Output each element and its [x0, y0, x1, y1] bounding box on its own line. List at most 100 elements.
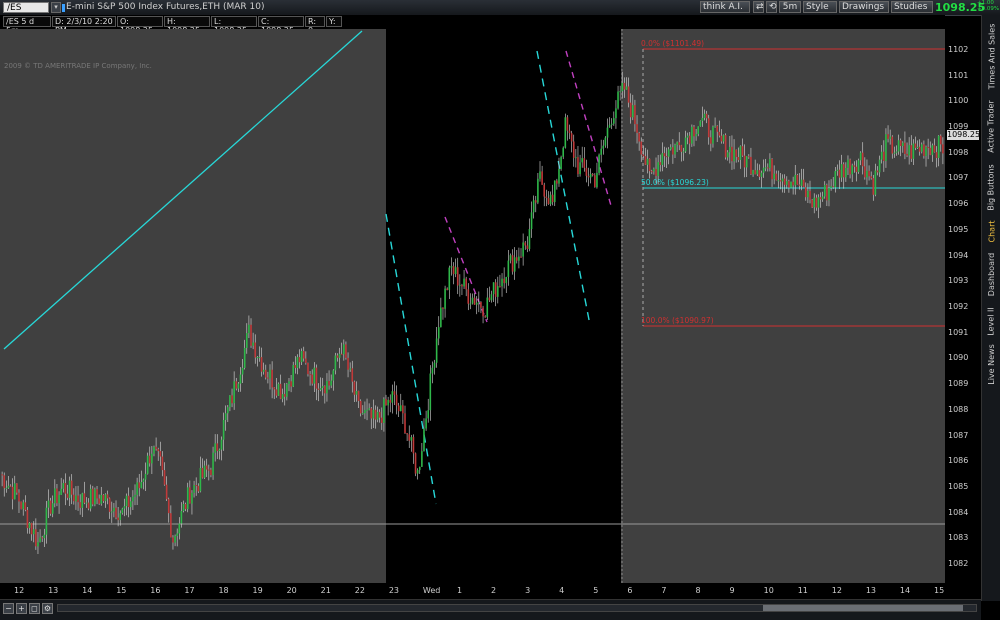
bar-down — [77, 495, 79, 503]
chart-canvas[interactable] — [0, 29, 945, 583]
bar-down — [883, 151, 885, 162]
bar-up — [5, 487, 8, 489]
style-button[interactable]: Style — [803, 1, 837, 13]
studies-button[interactable]: Studies — [891, 1, 933, 13]
bar-up — [733, 149, 735, 162]
bar-down — [743, 155, 746, 168]
bar-down — [92, 488, 94, 505]
bar-up — [366, 409, 368, 411]
bar-down — [594, 175, 596, 188]
bar-down — [939, 135, 942, 145]
drawings-button[interactable]: Drawings — [839, 1, 889, 13]
bar-up — [288, 381, 290, 385]
tab-big-buttons[interactable]: Big Buttons — [982, 159, 1000, 215]
bar-up — [416, 470, 419, 474]
bar-up — [646, 158, 649, 165]
symbol-input[interactable]: /ES — [3, 2, 49, 13]
think-ai-button[interactable]: think A.I. — [700, 1, 750, 13]
studies-label: Studies — [894, 2, 928, 12]
bar-down — [159, 451, 162, 457]
tab-active-trader[interactable]: Active Trader — [982, 95, 1000, 157]
bar-down — [205, 465, 208, 470]
bar-down — [904, 142, 906, 154]
bar-down — [804, 187, 807, 198]
bar-up — [444, 288, 446, 309]
tab-live-news[interactable]: Live News — [982, 341, 1000, 387]
symbol-dropdown-icon[interactable]: ▾ — [51, 2, 61, 13]
bar-up — [281, 394, 284, 399]
bar-down — [731, 146, 733, 162]
bar-down — [328, 380, 330, 386]
bar-up — [391, 391, 394, 403]
bar-up — [800, 179, 803, 186]
bar-up — [845, 167, 847, 178]
bar-up — [859, 152, 862, 161]
bar-down — [556, 180, 558, 184]
time-tick-label: 20 — [286, 586, 297, 595]
price-tick-label: 1089 — [948, 379, 969, 389]
time-tick-label: 9 — [729, 586, 735, 595]
bar-down — [591, 173, 594, 176]
zoom-in-icon[interactable]: + — [16, 603, 27, 614]
bar-up — [136, 482, 138, 495]
bar-down — [927, 146, 929, 148]
current-price-tag: 1098.25 — [947, 130, 981, 140]
zoom-fit-icon[interactable]: ◻ — [29, 603, 40, 614]
bar-up — [227, 407, 229, 414]
time-tick-label: 3 — [525, 586, 531, 595]
timeframe-button[interactable]: 5m — [779, 1, 801, 13]
bar-down — [298, 357, 301, 363]
bar-up — [920, 144, 923, 152]
scrollbar-thumb[interactable] — [763, 605, 963, 611]
bar-down — [887, 134, 889, 139]
bar-down — [170, 513, 172, 538]
tab-level-ii[interactable]: Level II — [982, 303, 1000, 339]
bar-up — [51, 503, 54, 514]
bar-down — [324, 386, 326, 394]
price-chart[interactable]: 2009 © TD AMERITRADE IP Company, Inc. 0.… — [0, 29, 945, 583]
bar-down — [906, 153, 908, 156]
tab-times-and-sales[interactable]: Times And Sales — [982, 19, 1000, 93]
bar-up — [602, 145, 605, 149]
sync-icon[interactable]: ⟲ — [766, 1, 777, 13]
bar-up — [32, 529, 35, 535]
bar-down — [138, 482, 141, 489]
bar-up — [334, 355, 337, 371]
bar-down — [634, 105, 636, 125]
bar-up — [632, 105, 634, 118]
bar-up — [501, 278, 503, 287]
bar-up — [22, 502, 25, 510]
bar-up — [893, 152, 896, 154]
bar-up — [429, 373, 432, 411]
time-tick-label: 12 — [831, 586, 842, 595]
bar-down — [357, 391, 360, 401]
bar-down — [543, 184, 546, 197]
settings-icon[interactable]: ⚙ — [42, 603, 53, 614]
price-tick-label: 1093 — [948, 276, 969, 286]
bar-down — [650, 171, 653, 173]
bar-up — [908, 145, 910, 156]
chart-scrollbar[interactable] — [57, 604, 977, 612]
bar-down — [393, 391, 396, 395]
link-icon[interactable]: ⇄ — [753, 1, 764, 13]
tab-label: Big Buttons — [987, 163, 997, 211]
bar-down — [73, 494, 75, 502]
bar-down — [644, 156, 647, 165]
bar-up — [313, 367, 316, 384]
bar-down — [918, 146, 921, 152]
bar-down — [849, 159, 851, 175]
tab-chart[interactable]: Chart — [982, 217, 1000, 245]
tab-dashboard[interactable]: Dashboard — [982, 247, 1000, 301]
bar-down — [488, 297, 491, 301]
bar-down — [861, 152, 864, 167]
bar-up — [478, 301, 480, 303]
zoom-out-icon[interactable]: − — [3, 603, 14, 614]
bar-up — [564, 117, 567, 148]
ohlc-info-bar: /ES 5 d 5m D: 2/3/10 2:20 PM O: 1098.25 … — [0, 15, 945, 35]
bar-up — [752, 170, 754, 175]
top-toolbar: /ES ▾ E-mini S&P 500 Index Futures,ETH (… — [0, 0, 1000, 16]
bar-down — [275, 389, 278, 396]
bar-up — [777, 180, 780, 182]
bar-down — [547, 197, 550, 205]
bar-down — [294, 365, 297, 368]
